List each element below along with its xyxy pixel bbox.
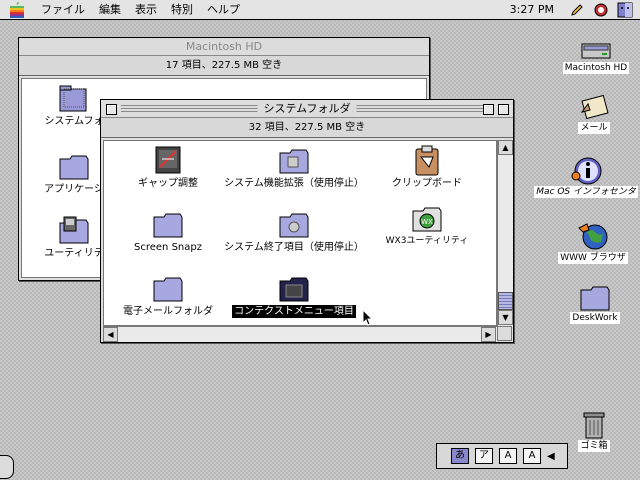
scroll-down-icon[interactable]: ▼	[498, 310, 513, 325]
desktop-trash-label: ゴミ箱	[578, 440, 610, 452]
folder-icon	[279, 149, 309, 174]
clipboard-item[interactable]: クリップボード	[382, 145, 472, 190]
desktop-mac-os-info-center-label: Mac OS インフォセンタ	[534, 186, 638, 198]
desktop-mail-label: メール	[578, 122, 610, 134]
system-folder-label: システムフォ	[44, 116, 104, 127]
menu-edit[interactable]: 編集	[92, 0, 128, 20]
palette-collapse-icon[interactable]: ◀	[547, 451, 555, 462]
utilities-folder-label: ユーティリテ	[44, 248, 104, 259]
cursor-arrow-icon	[362, 309, 374, 326]
zoom-box-icon[interactable]	[483, 104, 494, 115]
svg-text:WX: WX	[421, 218, 433, 226]
mail-icon	[580, 94, 609, 120]
macintosh-hd-titlebar[interactable]: Macintosh HD	[19, 38, 429, 56]
folder-icon	[153, 277, 183, 302]
system-folder-titlebar[interactable]: システムフォルダ	[101, 100, 513, 118]
system-folder-window[interactable]: システムフォルダ 32 項目、227.5 MB 空き ギャップ調整 システム機能…	[100, 99, 514, 343]
folder-icon	[59, 155, 89, 180]
apple-menu-icon[interactable]	[0, 0, 34, 20]
gap-adjust-label: ギャップ調整	[138, 178, 198, 189]
info-icon	[571, 157, 602, 185]
system-folder-title: システムフォルダ	[257, 102, 357, 116]
vertical-scrollbar[interactable]: ▲ ▼	[497, 140, 513, 326]
applications-folder-label: アプリケーシ	[44, 184, 104, 195]
trash-icon	[583, 412, 605, 439]
close-box-icon[interactable]	[106, 104, 117, 115]
folder-icon	[279, 213, 309, 238]
desktop-deskwork-label: DeskWork	[570, 312, 620, 324]
application-menu-icon[interactable]	[592, 2, 610, 18]
monitor-gap-icon	[155, 146, 181, 174]
drawer-tab[interactable]	[0, 455, 14, 479]
menu-clock[interactable]: 3:27 PM	[510, 3, 568, 16]
finder-icon[interactable]	[616, 2, 634, 18]
scroll-up-icon[interactable]: ▲	[498, 140, 513, 155]
fullwidth-alpha-button[interactable]: A	[499, 448, 517, 464]
extensions-disabled-item[interactable]: システム機能拡張（使用停止）	[214, 145, 374, 190]
scroll-right-icon[interactable]: ▶	[481, 327, 496, 342]
extensions-disabled-label: システム機能拡張（使用停止）	[224, 178, 364, 189]
halfwidth-alpha-button[interactable]: A	[523, 448, 541, 464]
grow-box-icon[interactable]	[497, 326, 512, 341]
contextual-menu-items-label: コンテクストメニュー項目	[232, 305, 356, 318]
system-folder-infobar: 32 項目、227.5 MB 空き	[101, 118, 513, 138]
menu-bar: ファイル 編集 表示 特別 ヘルプ 3:27 PM	[0, 0, 640, 20]
desktop-macintosh-hd-label: Macintosh HD	[562, 62, 630, 74]
desktop-deskwork[interactable]: DeskWork	[566, 282, 624, 324]
desktop-macintosh-hd[interactable]: Macintosh HD	[556, 40, 636, 74]
folder-icon	[153, 213, 183, 238]
menu-help[interactable]: ヘルプ	[200, 0, 247, 20]
desktop-mac-os-info-center[interactable]: Mac OS インフォセンタ	[532, 156, 640, 198]
system-folder-icon	[59, 85, 87, 112]
wx3-utility-label: WX3ユーティリティ	[385, 236, 469, 246]
desktop-trash[interactable]: ゴミ箱	[572, 410, 616, 452]
wx3-utility-item[interactable]: WX WX3ユーティリティ	[382, 203, 472, 248]
pencil-icon[interactable]	[568, 2, 586, 18]
utilities-folder-icon	[59, 216, 89, 244]
gap-adjust-item[interactable]: ギャップ調整	[122, 145, 214, 190]
collapse-box-icon[interactable]	[498, 104, 509, 115]
horizontal-scrollbar[interactable]: ◀ ▶	[103, 326, 497, 342]
input-method-palette[interactable]: あ ア A A ◀	[436, 443, 568, 469]
hard-drive-icon	[581, 43, 611, 59]
hiragana-mode-button[interactable]: あ	[451, 448, 469, 464]
globe-icon	[578, 223, 608, 250]
screen-snapz-item[interactable]: Screen Snapz	[122, 209, 214, 254]
system-folder-content: ギャップ調整 システム機能拡張（使用停止） クリップボード Screen Sna…	[103, 140, 497, 326]
desktop-mail[interactable]: メール	[566, 94, 622, 134]
clipboard-icon	[415, 145, 439, 176]
clipboard-label: クリップボード	[392, 178, 462, 189]
macintosh-hd-infobar: 17 項目、227.5 MB 空き	[19, 56, 429, 76]
desktop-www-browser-label: WWW ブラウザ	[558, 252, 628, 264]
katakana-mode-button[interactable]: ア	[475, 448, 493, 464]
macintosh-hd-title: Macintosh HD	[185, 40, 263, 53]
shutdown-items-label: システム終了項目（使用停止）	[224, 242, 364, 253]
email-folder-item[interactable]: 電子メールフォルダ	[114, 273, 222, 318]
scroll-left-icon[interactable]: ◀	[103, 327, 118, 342]
menu-file[interactable]: ファイル	[34, 0, 92, 20]
menu-view[interactable]: 表示	[128, 0, 164, 20]
folder-icon	[580, 286, 610, 311]
vertical-scroll-thumb[interactable]	[498, 292, 513, 310]
shutdown-items-item[interactable]: システム終了項目（使用停止）	[214, 209, 374, 254]
dark-folder-icon	[279, 277, 309, 302]
wx3-icon: WX	[412, 207, 442, 232]
contextual-menu-items-item[interactable]: コンテクストメニュー項目	[214, 273, 374, 318]
screen-snapz-label: Screen Snapz	[134, 242, 202, 253]
menu-special[interactable]: 特別	[164, 0, 200, 20]
desktop-www-browser[interactable]: WWW ブラウザ	[552, 220, 634, 264]
email-folder-label: 電子メールフォルダ	[123, 306, 213, 317]
